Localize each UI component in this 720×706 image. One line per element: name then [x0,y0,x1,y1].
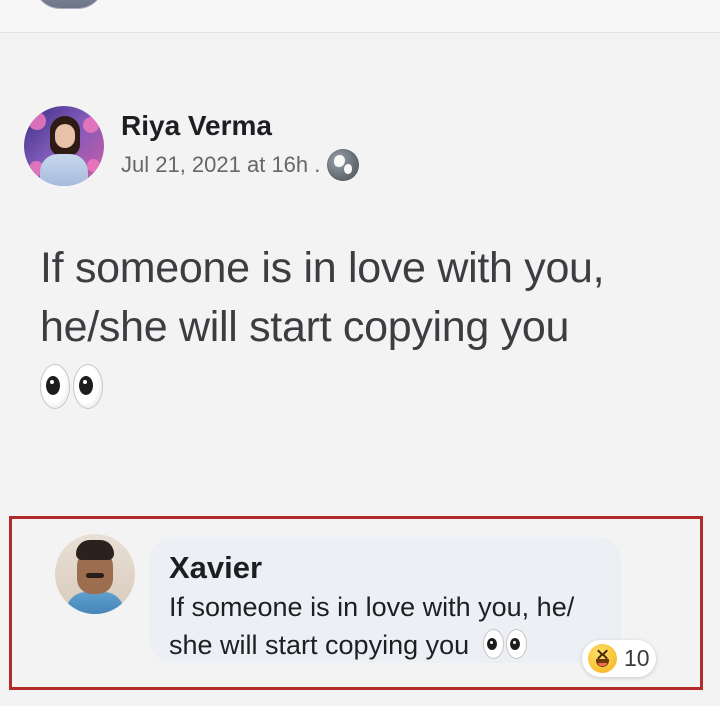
post-header: Riya Verma Jul 21, 2021 at 16h . [24,106,360,186]
comment-text-line-1: If someone is in love with you, he/ [169,591,575,622]
comment-text-line-2: she will start copying you [169,626,614,664]
author-avatar[interactable] [24,106,104,186]
reaction-count: 10 [624,645,650,671]
eyes-emoji [40,364,103,409]
post-text-line-2: he/she will start copying you [40,303,570,351]
post-text-line-1: If someone is in love with you, [40,244,605,292]
comment-author-avatar[interactable] [55,534,135,614]
comment-text: If someone is in love with you, he/ she … [169,588,614,664]
globe-icon[interactable] [327,148,360,181]
post-author-name[interactable]: Riya Verma [121,110,359,142]
previous-post-strip [0,0,720,33]
post-timestamp[interactable]: Jul 21, 2021 at 16h . [121,153,320,176]
post-meta: Riya Verma Jul 21, 2021 at 16h . [121,110,360,181]
comment-bubble[interactable]: Xavier If someone is in love with you, h… [149,537,621,663]
eyes-emoji [482,628,527,659]
previous-avatar-fragment [34,0,104,8]
reaction-summary[interactable]: 10 [582,640,656,677]
post-text: If someone is in love with you, he/she w… [40,239,680,425]
comment-author-name[interactable]: Xavier [169,550,603,586]
haha-reaction-icon [588,644,617,673]
post-timestamp-row: Jul 21, 2021 at 16h . [121,148,360,181]
